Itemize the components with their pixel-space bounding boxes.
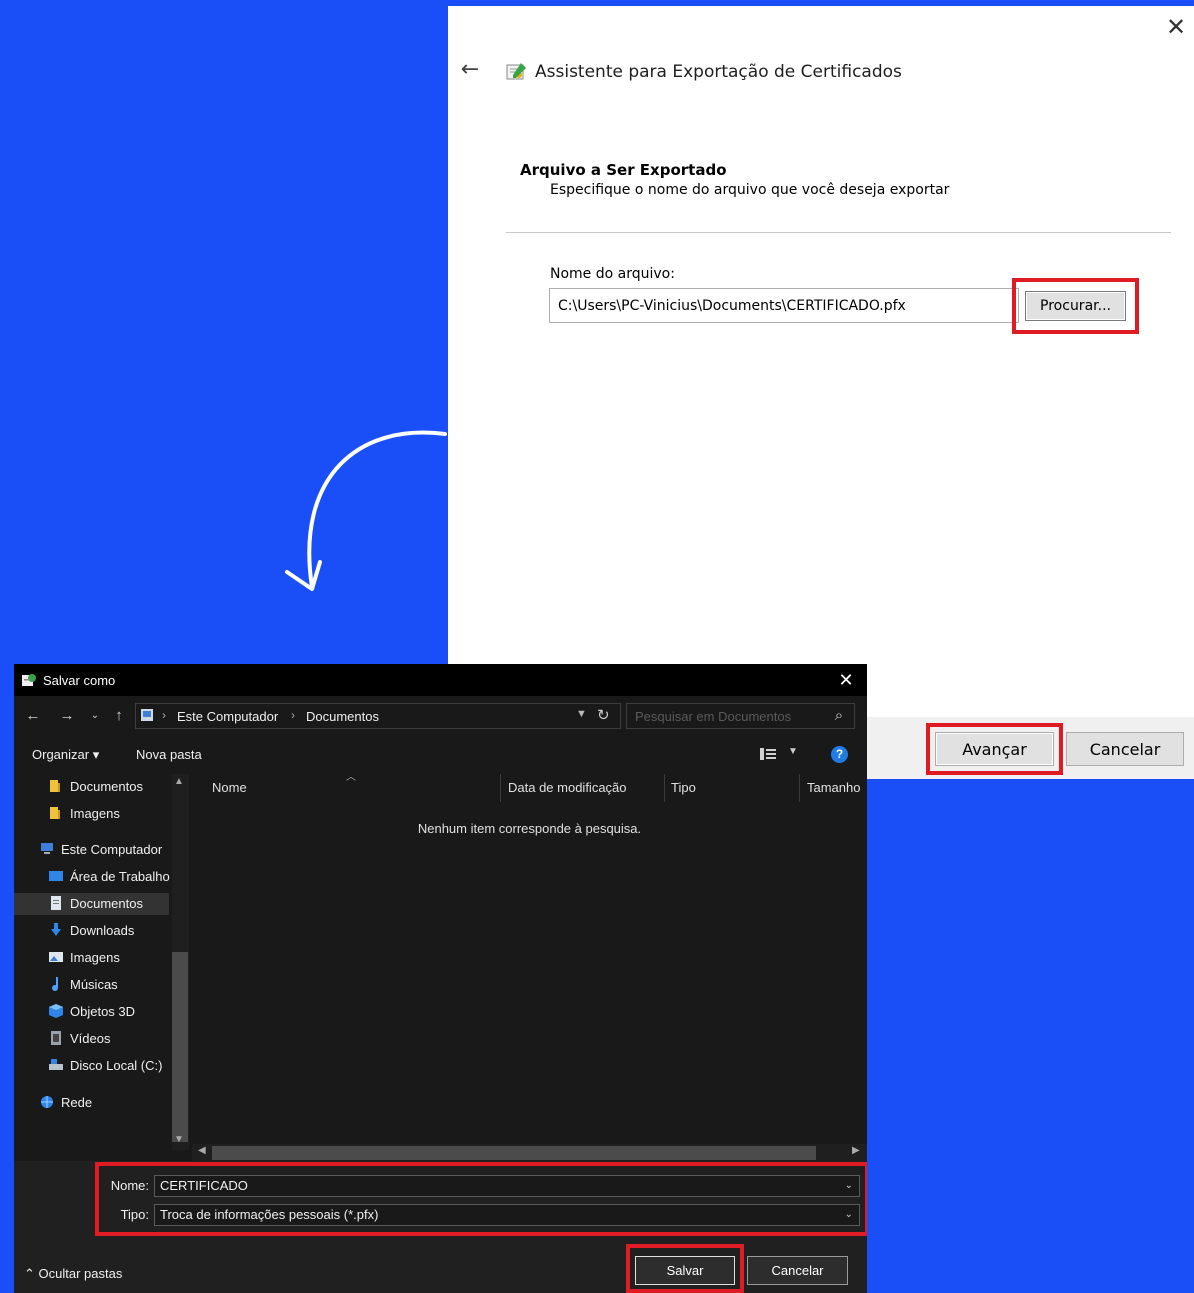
column-divider[interactable] — [500, 774, 501, 802]
column-header-date[interactable]: Data de modificação — [508, 780, 627, 795]
desktop-icon — [49, 871, 63, 881]
save-button[interactable]: Salvar — [635, 1256, 735, 1285]
nav-item-label: Vídeos — [70, 1031, 111, 1046]
column-header-size[interactable]: Tamanho — [807, 780, 860, 795]
nav-item-este-computador[interactable]: Este Computador — [39, 839, 189, 861]
file-list: Nome ︿ Data de modificação Tipo Tamanho … — [192, 772, 867, 1144]
back-arrow-icon[interactable]: ← — [458, 58, 482, 82]
section-title: Arquivo a Ser Exportado — [520, 161, 727, 179]
nav-item-area-de-trabalho[interactable]: Área de Trabalho — [48, 866, 172, 888]
breadcrumb-documents[interactable]: Documentos — [306, 709, 379, 724]
download-icon — [51, 923, 61, 936]
breadcrumb-computer[interactable]: Este Computador — [177, 709, 278, 724]
nav-item-label: Documentos — [70, 779, 143, 794]
save-as-dialog: Salvar como ✕ ← → ⌄ ↑ › Este Computador … — [14, 664, 867, 1293]
certificate-icon — [506, 63, 526, 80]
back-icon[interactable]: ← — [24, 706, 42, 726]
curved-arrow-icon — [285, 430, 447, 591]
nav-item-label: Este Computador — [61, 842, 163, 857]
folder-icon — [50, 807, 60, 819]
up-arrow-icon[interactable]: ↑ — [110, 706, 128, 726]
empty-message: Nenhum item corresponde à pesquisa. — [417, 821, 642, 836]
nav-item-documentos[interactable]: Documentos — [14, 893, 169, 915]
sort-chevron-icon: ︿ — [346, 772, 356, 783]
nav-item-label: Disco Local (C:) — [70, 1058, 163, 1073]
chevron-down-icon[interactable]: ▼ — [576, 708, 587, 720]
breadcrumb-separator: › — [291, 708, 295, 722]
wizard-title: Assistente para Exportação de Certificad… — [535, 62, 902, 82]
cube-icon — [49, 1004, 63, 1018]
view-options-icon[interactable] — [759, 746, 777, 762]
search-icon[interactable]: ⌕ — [830, 707, 848, 725]
section-subtitle: Especifique o nome do arquivo que você d… — [550, 182, 950, 198]
network-icon — [41, 1096, 53, 1108]
organize-button[interactable]: Organizar ▾ — [32, 747, 99, 763]
nav-item-label: Área de Trabalho — [70, 869, 170, 884]
column-divider[interactable] — [664, 774, 665, 802]
nav-item-label: Objetos 3D — [70, 1004, 136, 1019]
chevron-down-icon[interactable]: ▼ — [174, 1134, 184, 1145]
dialog-titlebar — [14, 664, 867, 696]
nav-item-label: Documentos — [70, 896, 143, 911]
chevron-up-icon: ⌃ — [24, 1266, 39, 1281]
cancel-button[interactable]: Cancelar — [1066, 732, 1184, 766]
nav-item-label: Imagens — [70, 806, 120, 821]
app-icon — [22, 674, 36, 686]
divider — [506, 232, 1171, 233]
dialog-title: Salvar como — [43, 673, 116, 688]
help-icon[interactable]: ? — [831, 746, 848, 763]
column-header-type[interactable]: Tipo — [671, 780, 696, 795]
cancel-button[interactable]: Cancelar — [747, 1256, 848, 1285]
video-icon — [51, 1031, 61, 1045]
nav-item-label: Imagens — [70, 950, 120, 965]
chevron-left-icon[interactable]: ◀ — [198, 1145, 206, 1156]
music-icon — [52, 977, 58, 991]
next-button[interactable]: Avançar — [935, 732, 1054, 766]
scrollbar-thumb[interactable] — [172, 952, 188, 1142]
refresh-icon[interactable]: ↻ — [597, 706, 610, 724]
file-name-label: Nome do arquivo: — [550, 266, 675, 282]
breadcrumb-separator: › — [162, 708, 166, 722]
close-icon[interactable]: ✕ — [834, 669, 858, 691]
column-divider[interactable] — [799, 774, 800, 802]
chevron-up-icon[interactable]: ▲ — [174, 776, 184, 787]
nav-item-label: Músicas — [70, 977, 118, 992]
pictures-icon — [49, 952, 63, 962]
chevron-right-icon[interactable]: ▶ — [852, 1145, 860, 1156]
recent-dropdown-icon[interactable]: ⌄ — [88, 706, 102, 726]
file-name-input[interactable] — [549, 288, 1019, 323]
address-bar[interactable]: › Este Computador › Documentos ▼ ↻ — [135, 703, 621, 729]
browse-button[interactable]: Procurar... — [1025, 291, 1126, 321]
forward-icon[interactable]: → — [58, 706, 76, 726]
computer-icon — [41, 843, 53, 854]
column-header-name[interactable]: Nome — [212, 780, 247, 795]
nav-item-label: Downloads — [70, 923, 135, 938]
nav-item-label: Rede — [61, 1095, 93, 1110]
hide-folders-toggle[interactable]: ⌃ Ocultar pastas — [24, 1266, 122, 1282]
horizontal-scrollbar[interactable]: ◀ ▶ — [192, 1144, 867, 1161]
nav-scrollbar[interactable]: ▲ ▼ — [172, 774, 189, 1150]
drive-icon — [49, 1059, 63, 1070]
folder-icon — [50, 780, 60, 792]
close-icon[interactable]: ✕ — [1163, 14, 1189, 40]
computer-icon — [141, 709, 153, 721]
documents-icon — [51, 896, 61, 910]
scrollbar-thumb[interactable] — [212, 1146, 816, 1160]
new-folder-button[interactable]: Nova pasta — [136, 747, 202, 762]
nav-item-rede[interactable]: Rede — [39, 1092, 189, 1114]
fields-highlight — [95, 1162, 867, 1236]
chevron-down-icon[interactable]: ▼ — [788, 746, 798, 757]
hide-folders-label: Ocultar pastas — [38, 1266, 123, 1281]
search-input[interactable] — [626, 703, 855, 729]
